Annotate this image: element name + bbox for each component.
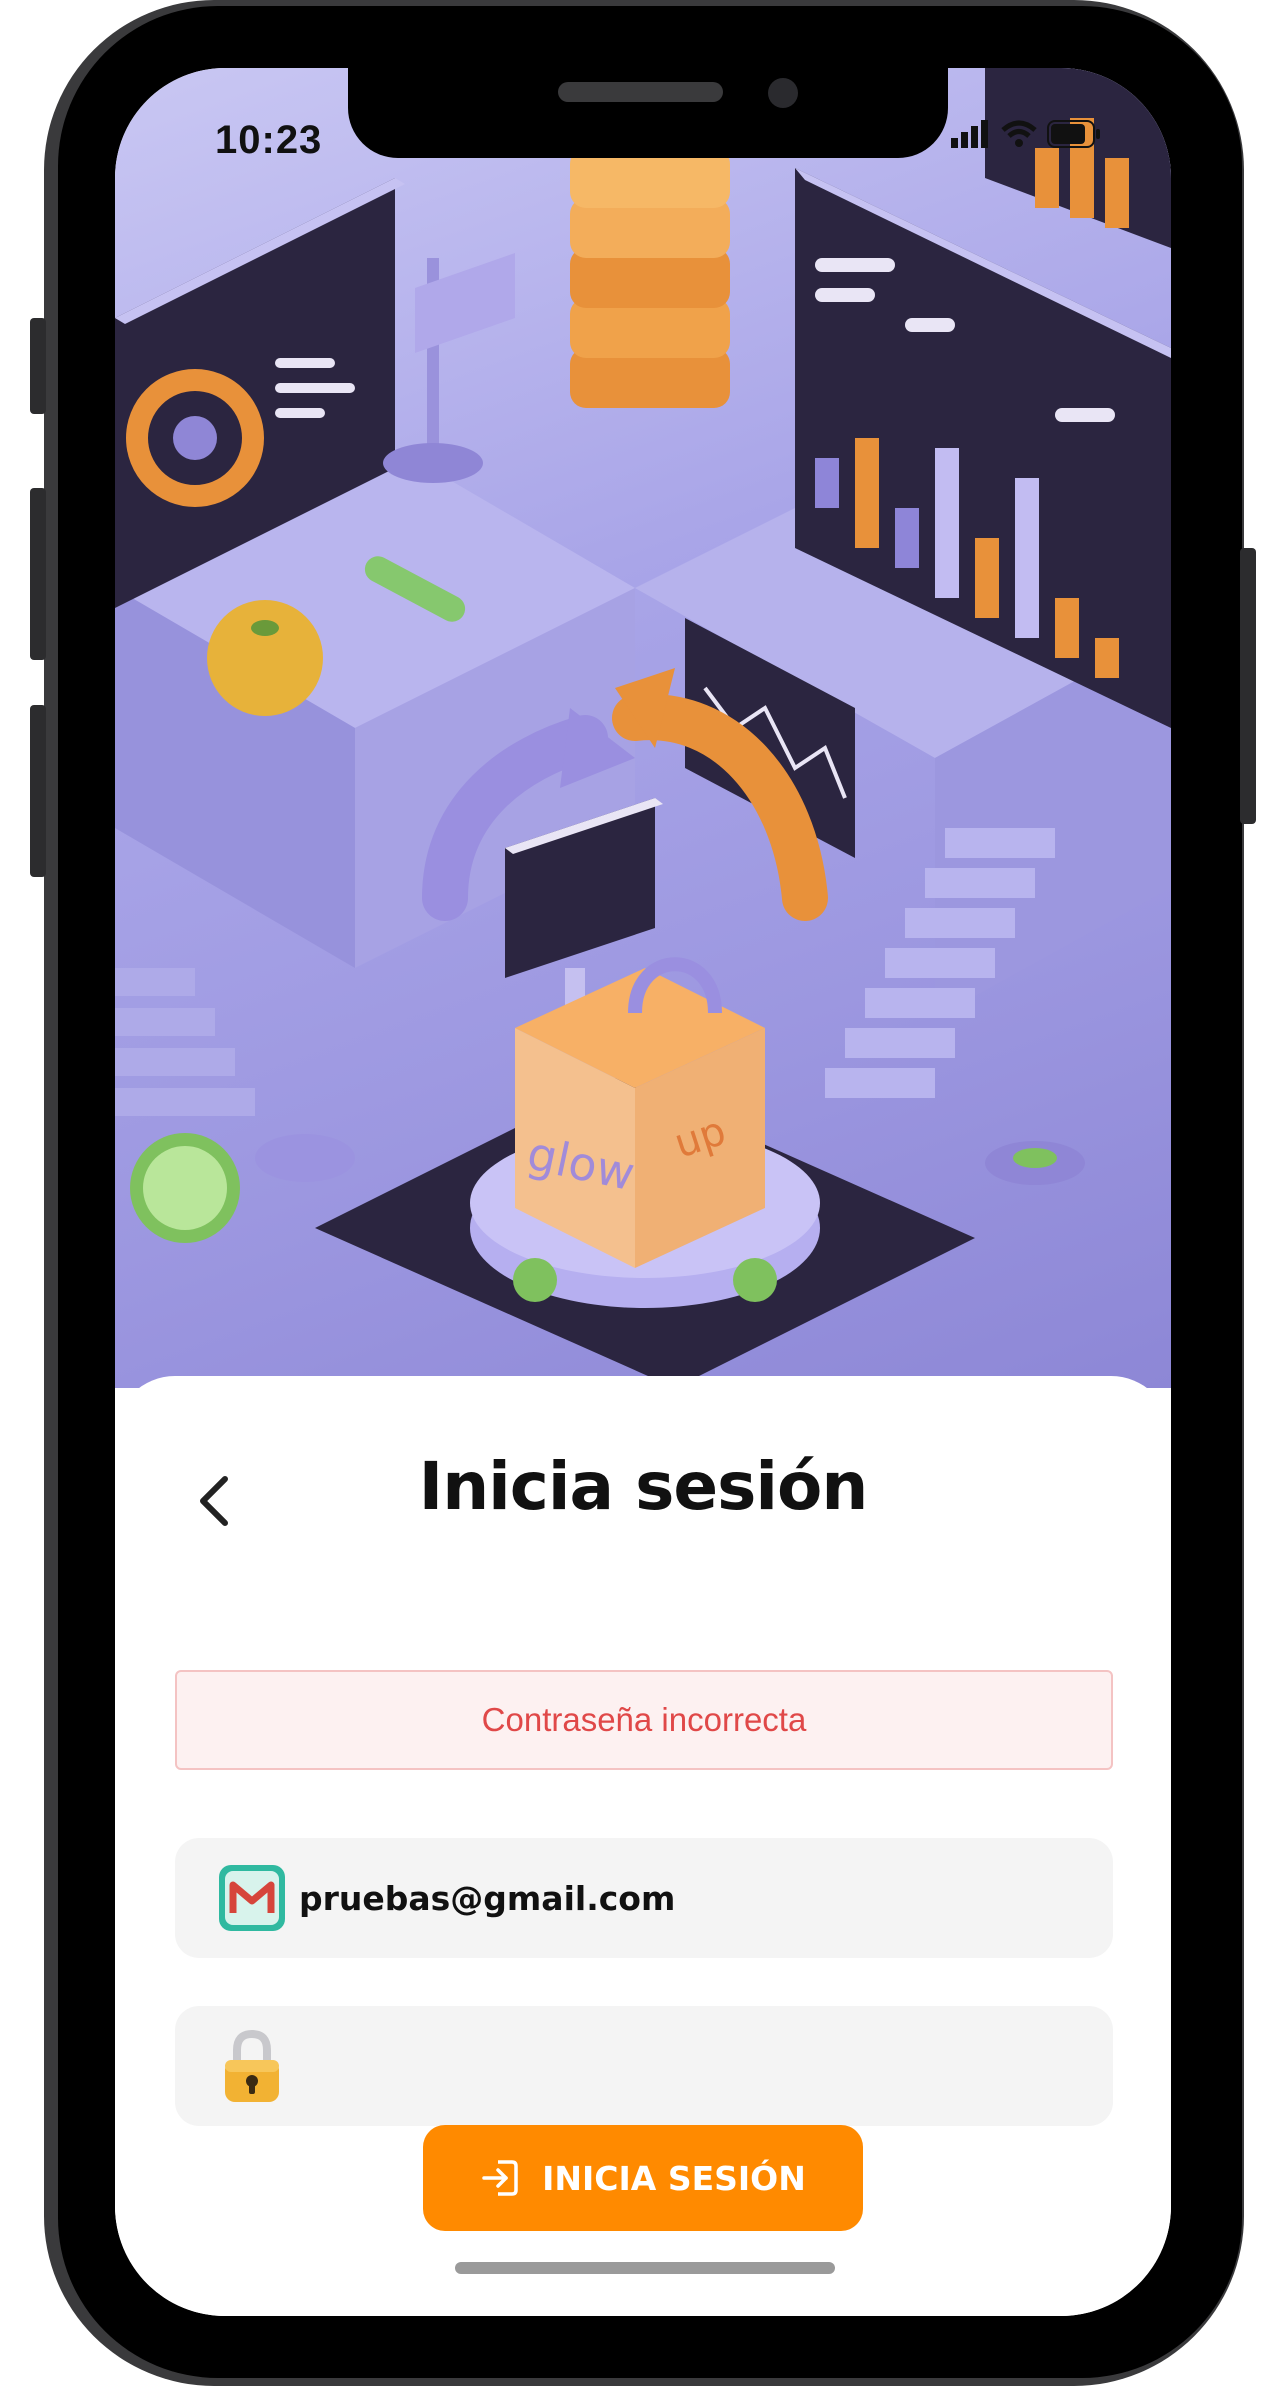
submit-label: INICIA SESIÓN	[542, 2158, 806, 2198]
isometric-dashboard-illustration: glow up	[115, 68, 1171, 1388]
battery-icon	[1047, 120, 1100, 148]
cellular-signal-icon	[951, 120, 988, 148]
error-alert: Contraseña incorrecta	[175, 1670, 1113, 1770]
phone-screen: glow up 10:23 Inicia sesión Contraseña i…	[115, 68, 1171, 2316]
email-value: pruebas@gmail.com	[299, 1878, 676, 1918]
speaker	[558, 82, 723, 102]
front-camera	[768, 78, 798, 108]
side-button-volume-up	[30, 488, 46, 660]
notch	[348, 68, 948, 158]
error-message: Contraseña incorrecta	[481, 1701, 807, 1738]
status-time: 10:23	[215, 118, 323, 162]
side-button-power	[1240, 548, 1256, 824]
hero-illustration: glow up	[115, 68, 1171, 1388]
status-icons	[951, 120, 1101, 148]
side-button-volume-down	[30, 705, 46, 877]
padlock-icon	[217, 2029, 287, 2102]
side-button-mute	[30, 318, 46, 414]
login-icon	[482, 2160, 518, 2196]
password-field[interactable]	[175, 2006, 1113, 2126]
login-submit-button[interactable]: INICIA SESIÓN	[423, 2125, 863, 2231]
page-title: Inicia sesión	[418, 1448, 869, 1525]
email-field[interactable]: pruebas@gmail.com	[175, 1838, 1113, 1958]
home-indicator[interactable]	[455, 2262, 835, 2274]
gmail-icon	[217, 1863, 287, 1933]
wifi-icon	[1001, 120, 1037, 147]
